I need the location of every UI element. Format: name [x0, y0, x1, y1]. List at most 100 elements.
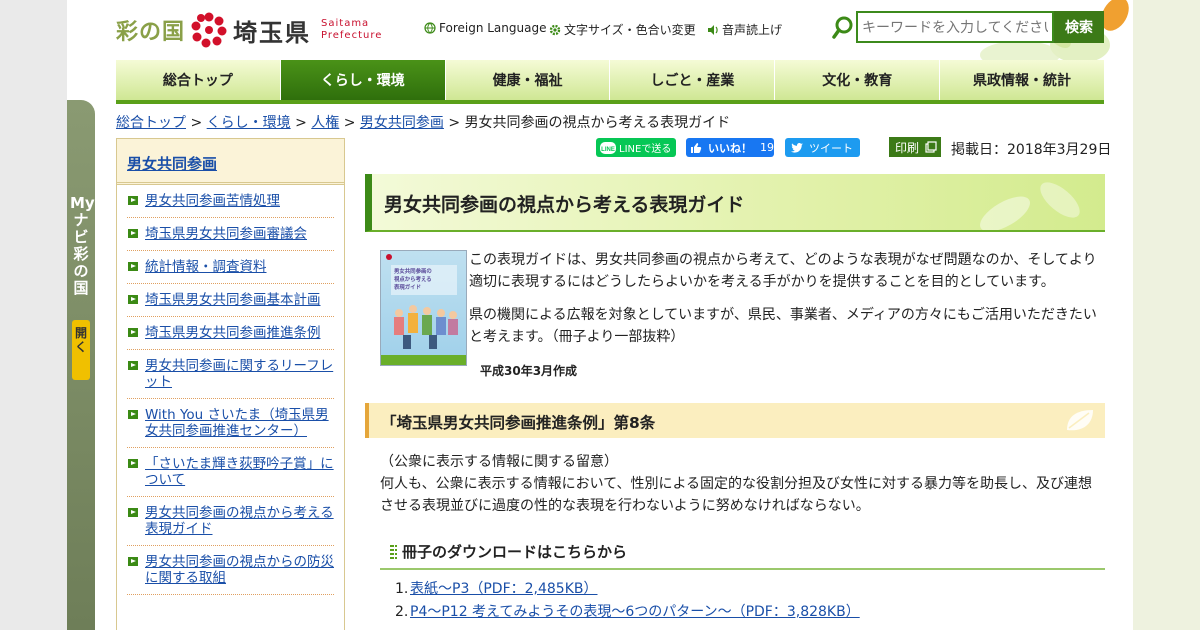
nav-item-top[interactable]: 総合トップ — [116, 60, 281, 100]
arrow-bullet-icon — [128, 361, 138, 370]
ordinance-article-heading: （公衆に表示する情報に関する留意） — [380, 454, 618, 470]
ordinance-article-text: 何人も、公衆に表示する情報において、性別による固定的な役割分担及び女性に対する暴… — [380, 476, 1093, 514]
leaf-icon — [1067, 410, 1093, 431]
logo-en-line1: Saitama — [321, 18, 370, 29]
booklet-caption: 平成30年3月作成 — [480, 364, 578, 378]
download-link-cover[interactable]: 表紙～P3（PDF：2,485KB） — [410, 581, 598, 597]
sidebar-heading-link[interactable]: 男女共同参画 — [127, 155, 217, 173]
heading-marker-icon — [390, 545, 394, 559]
globe-icon — [424, 22, 436, 34]
svg-text:視点から考える: 視点から考える — [393, 275, 432, 283]
sidebar-item-link[interactable]: 男女共同参画苦情処理 — [145, 193, 280, 209]
sidebar-item: 男女共同参画苦情処理 — [127, 185, 334, 218]
site-logo[interactable]: 彩の国 埼玉県 Saitama Prefecture — [116, 10, 382, 50]
arrow-bullet-icon — [128, 295, 138, 304]
sidebar: 男女共同参画 男女共同参画苦情処理 埼玉県男女共同参画審議会 統計情報・調査資料… — [116, 138, 345, 630]
nav-item-culture-education[interactable]: 文化・教育 — [775, 60, 941, 100]
search-input[interactable] — [856, 11, 1054, 43]
breadcrumb-link-top[interactable]: 総合トップ — [116, 115, 186, 131]
arrow-bullet-icon — [128, 196, 138, 205]
facebook-like-label: いいね！ — [708, 141, 752, 155]
tweet-label: ツイート — [809, 141, 853, 155]
download-item: 1. 表紙～P3（PDF：2,485KB） — [395, 578, 860, 601]
breadcrumb-link-human-rights[interactable]: 人権 — [311, 115, 339, 131]
page-title-text: 男女共同参画の視点から考える表現ガイド — [384, 194, 745, 216]
arrow-bullet-icon — [128, 328, 138, 337]
facebook-like-button[interactable]: いいね！ 19 — [686, 138, 774, 157]
sidebar-item-link[interactable]: 男女共同参画の視点からの防災に関する取組 — [145, 554, 334, 586]
sidebar-item: 埼玉県男女共同参画推進条例 — [127, 317, 334, 350]
nav-item-life-environment[interactable]: くらし・環境 — [280, 60, 446, 100]
download-link-p4-p12[interactable]: P4～P12 考えてみようその表現～6つのパターン～（PDF：3,828KB） — [410, 604, 860, 620]
breadcrumb-link-gender-equality[interactable]: 男女共同参画 — [360, 115, 444, 131]
tweet-button[interactable]: ツイート — [785, 138, 860, 157]
breadcrumb-separator: > — [448, 115, 461, 131]
background-right — [1133, 0, 1200, 630]
intro-paragraph-2: 県の機関による広報を対象としていますが、県民、事業者、メディアの方々にもご活用い… — [469, 307, 1097, 345]
logo-en-line2: Prefecture — [321, 30, 383, 41]
arrow-bullet-icon — [128, 557, 138, 566]
sidebar-item-link[interactable]: 埼玉県男女共同参画基本計画 — [145, 292, 321, 308]
print-label: 印刷 — [895, 140, 920, 155]
arrow-bullet-icon — [128, 262, 138, 271]
mynavi-label: Myナビ彩の国 — [70, 194, 95, 297]
print-button[interactable]: 印刷 — [889, 137, 941, 157]
line-icon: LINE — [600, 141, 616, 154]
sidebar-item-link[interactable]: 「さいたま輝き荻野吟子賞」について — [145, 456, 334, 488]
print-window-icon — [925, 141, 937, 153]
logo-english-text: Saitama Prefecture — [321, 18, 382, 42]
arrow-bullet-icon — [128, 410, 138, 419]
sidebar-item-link[interactable]: 男女共同参画の視点から考える表現ガイド — [145, 505, 334, 537]
sidebar-heading: 男女共同参画 — [117, 139, 344, 185]
arrow-bullet-icon — [128, 459, 138, 468]
nav-item-health-welfare[interactable]: 健康・福祉 — [445, 60, 611, 100]
gear-icon — [549, 24, 561, 35]
breadcrumb-link-life[interactable]: くらし・環境 — [207, 115, 291, 131]
ordinance-section-heading: 「埼玉県男女共同参画推進条例」第8条 — [365, 403, 1105, 438]
download-section-heading: 冊子のダウンロードはこちらから — [380, 540, 1105, 570]
download-list: 1. 表紙～P3（PDF：2,485KB） 2. P4～P12 考えてみようその… — [395, 578, 860, 624]
svg-text:男女共同参画の: 男女共同参画の — [394, 267, 432, 275]
nav-item-work-industry[interactable]: しごと・産業 — [610, 60, 776, 100]
arrow-bullet-icon — [128, 508, 138, 517]
sidebar-list: 男女共同参画苦情処理 埼玉県男女共同参画審議会 統計情報・調査資料 埼玉県男女共… — [117, 185, 344, 595]
prefecture-emblem-icon — [191, 12, 227, 48]
leaf-decoration-icon — [980, 182, 1080, 230]
foreign-language-label: Foreign Language — [439, 21, 547, 35]
sidebar-item: 男女共同参画の視点から考える表現ガイド — [127, 497, 334, 546]
svg-text:LINE: LINE — [601, 147, 615, 153]
search-icon — [832, 16, 853, 39]
breadcrumb-separator: > — [343, 115, 356, 131]
breadcrumb: 総合トップ > くらし・環境 > 人権 > 男女共同参画 > 男女共同参画の視点… — [116, 112, 730, 132]
breadcrumb-current: 男女共同参画の視点から考える表現ガイド — [464, 115, 731, 131]
sidebar-item-link[interactable]: 統計情報・調査資料 — [145, 259, 267, 275]
intro-paragraph-1: この表現ガイドは、男女共同参画の視点から考えて、どのような表現がなぜ問題なのか、… — [469, 252, 1097, 290]
twitter-bird-icon — [791, 142, 803, 153]
line-share-button[interactable]: LINE LINEで送る — [596, 138, 676, 157]
breadcrumb-separator: > — [190, 115, 203, 131]
sidebar-item: 統計情報・調査資料 — [127, 251, 334, 284]
arrow-bullet-icon — [128, 229, 138, 238]
sidebar-item: 埼玉県男女共同参画基本計画 — [127, 284, 334, 317]
nav-item-government-statistics[interactable]: 県政情報・統計 — [940, 60, 1104, 100]
booklet-illustration-icon: 男女共同参画の 視点から考える 表現ガイド — [381, 254, 466, 365]
thumbs-up-icon — [691, 142, 702, 153]
mynavi-open-button[interactable]: 開く — [72, 320, 90, 380]
foreign-language-link[interactable]: Foreign Language — [424, 21, 546, 35]
ordinance-section-heading-text: 「埼玉県男女共同参画推進条例」第8条 — [381, 414, 656, 432]
download-item-number: 1. — [395, 581, 409, 597]
textsize-color-link[interactable]: 文字サイズ・色合い変更 — [549, 21, 696, 38]
sidebar-item: 「さいたま輝き荻野吟子賞」について — [127, 448, 334, 497]
sidebar-item: 埼玉県男女共同参画審議会 — [127, 218, 334, 251]
logo-sai-text: 彩の国 — [116, 19, 186, 45]
sidebar-item-link[interactable]: 埼玉県男女共同参画推進条例 — [145, 325, 321, 341]
sidebar-item-link[interactable]: With You さいたま（埼玉県男女共同参画推進センター） — [145, 407, 329, 439]
download-item: 2. P4～P12 考えてみようその表現～6つのパターン～（PDF：3,828K… — [395, 601, 860, 624]
sidebar-item-link[interactable]: 男女共同参画に関するリーフレット — [145, 358, 333, 390]
search-button[interactable]: 検索 — [1054, 11, 1104, 43]
line-share-label: LINEで送る — [619, 144, 672, 155]
sidebar-item-link[interactable]: 埼玉県男女共同参画審議会 — [145, 226, 307, 242]
facebook-like-count: 19 — [760, 141, 774, 154]
publish-date: 掲載日：2018年3月29日 — [951, 142, 1112, 158]
speech-reader-link[interactable]: 音声読上げ — [707, 21, 782, 38]
